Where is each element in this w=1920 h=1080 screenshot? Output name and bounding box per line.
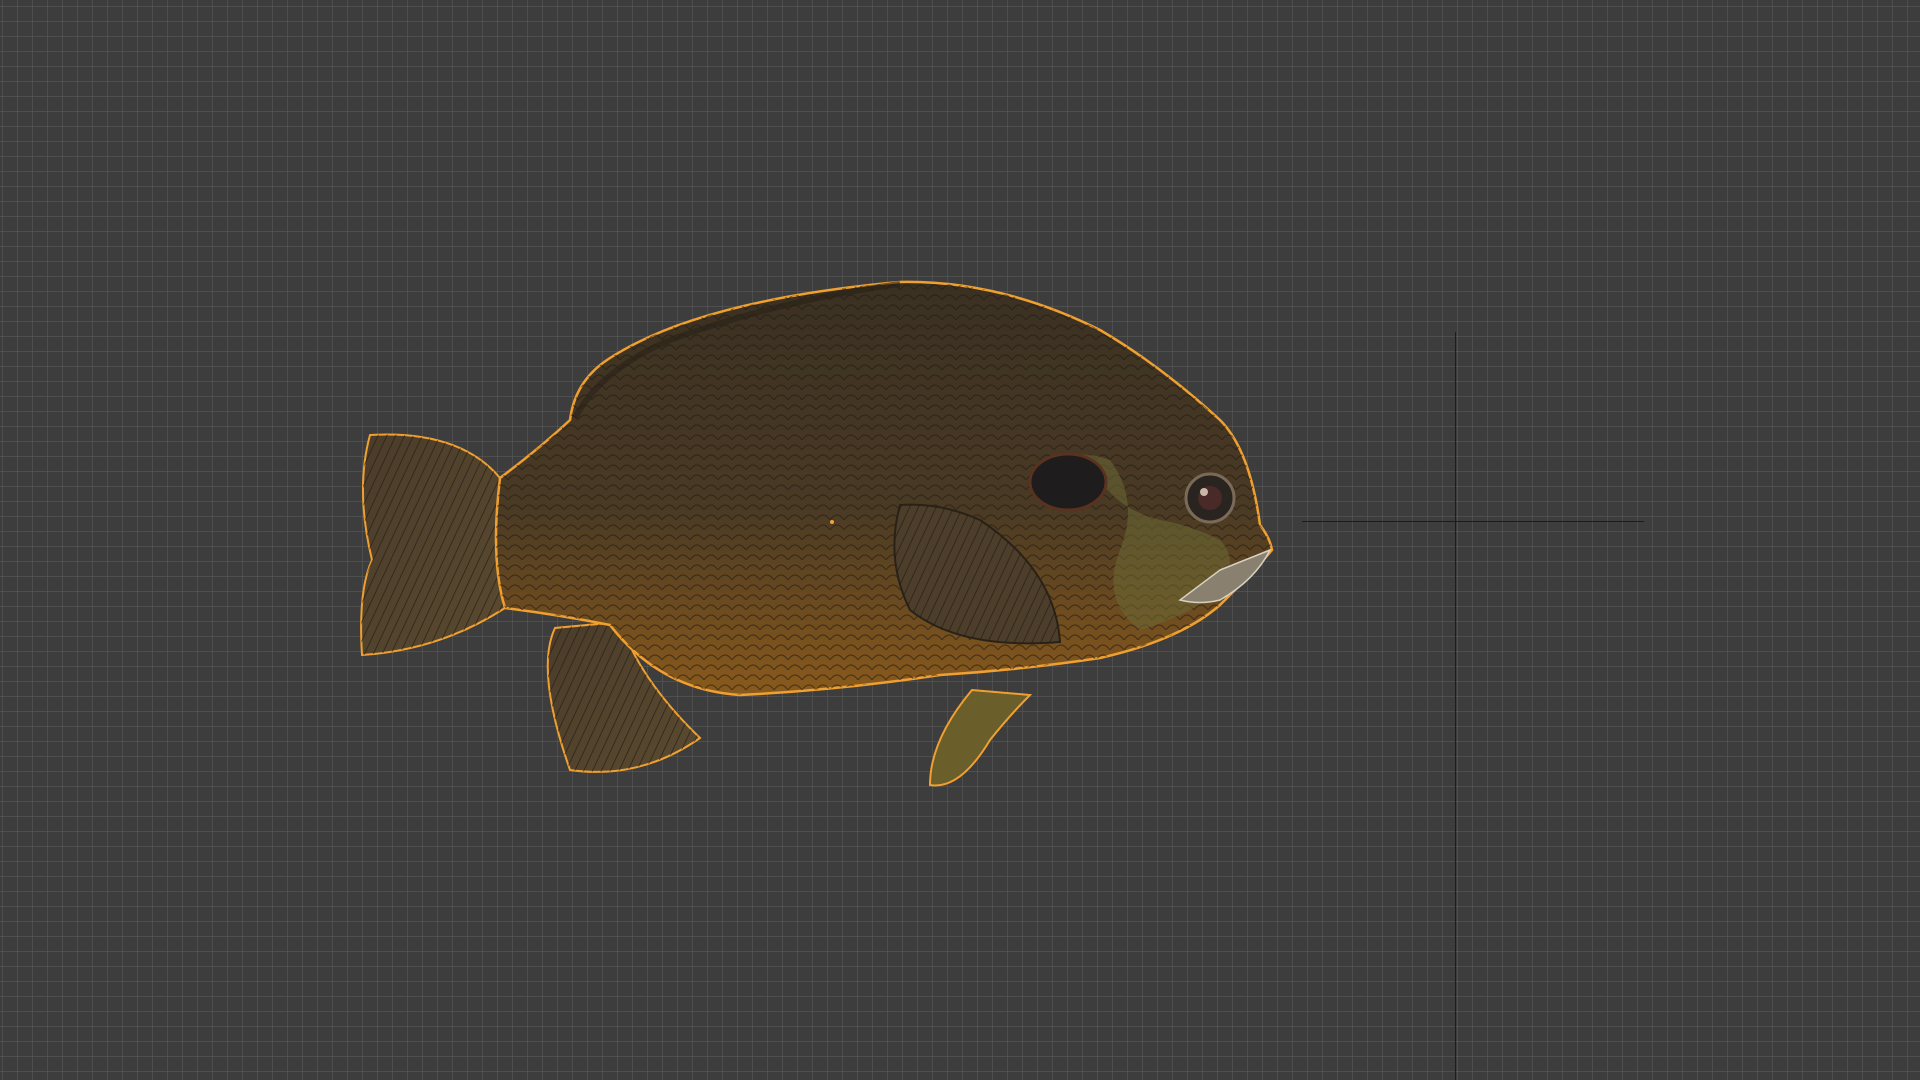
pelvic-fin	[928, 688, 1033, 787]
horizontal-axis-line	[1302, 521, 1644, 522]
viewport-3d[interactable]	[0, 0, 1920, 1080]
fish-model	[360, 280, 1274, 787]
object-origin-dot	[830, 520, 834, 524]
vertical-axis-line	[1455, 332, 1456, 1080]
selected-fish-object[interactable]	[340, 270, 1340, 810]
opercular-spot	[1028, 452, 1108, 512]
